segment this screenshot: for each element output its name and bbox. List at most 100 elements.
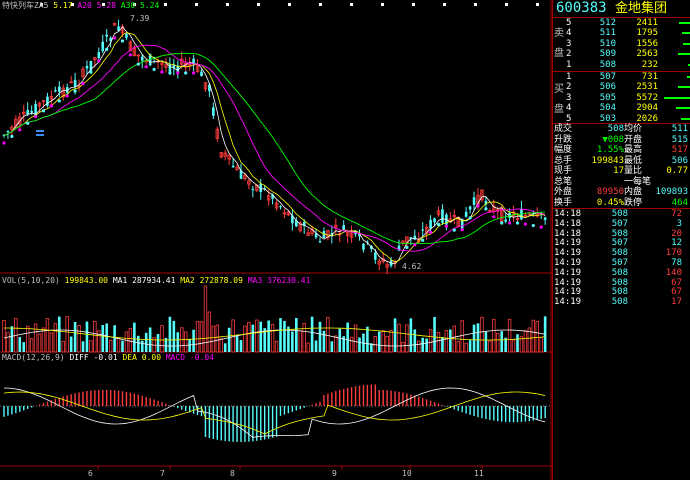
macd-hist-value: -0.04 [189,353,215,362]
x-label-6: 6 [88,469,93,478]
candle-body [441,209,444,223]
tick-row[interactable]: 14:18 508 20 [552,229,690,239]
tick-row[interactable]: 14:19 507 12 [552,238,690,248]
vol-ma2-label: MA2 [180,276,195,285]
volume-bar [456,341,460,353]
signal-dot [152,67,156,71]
kline-chart-area[interactable]: 特快列车ZA5 5.17 A20 5.28 A30 5.24 7.39 4.62… [0,0,552,480]
candle-body [374,252,377,260]
top-marker [536,3,539,6]
vol-ma1-label: MA1 [112,276,128,285]
buy-order-level: 3 [566,92,572,103]
tick-price: 507 [611,218,628,229]
tick-time: 14:19 [554,277,582,288]
candle-body [212,107,215,116]
buy-order-level: 2 [566,82,572,93]
vol-ma3-label: MA3 [247,276,263,285]
volume-bar [144,332,148,352]
stat-value: 0.45% [596,197,624,208]
volume-bar [192,329,195,352]
candle-body [101,41,105,52]
volume-bar [270,323,275,353]
sell-order-row: 3 510 1556 [552,39,690,50]
stat-row: 外盘 89950 内盘 109893 [552,187,690,198]
signal-dot [26,121,30,125]
volume-bar [678,86,690,89]
tick-row[interactable]: 14:18 507 3 [552,219,690,229]
volume-bar [480,316,484,353]
volume-bar [255,319,259,353]
tick-volume: 20 [671,228,682,239]
signal-dot [2,141,6,145]
stat-value: 199843 [591,155,624,166]
tick-row[interactable]: 14:19 508 170 [552,248,690,258]
signal-dot [18,128,22,132]
volume-bar [81,341,85,352]
buy-order-price: 505 [599,92,616,103]
stat-row: 幅度 1.55% 最高 517 [552,145,690,156]
stat-label: 升跌 [554,134,573,145]
stat-label: 总手 [554,155,573,166]
tick-price: 508 [611,277,628,288]
sell-order-price: 508 [599,59,616,70]
x-label-11: 11 [474,469,484,478]
volume-bar [291,331,294,352]
volume-bar [33,323,38,353]
tick-price: 508 [611,267,628,278]
volume-bar [61,340,65,353]
top-marker [226,3,229,6]
volume-bar [302,323,306,353]
volume-bar [137,335,140,352]
stat-label-2: 内盘 [624,187,643,197]
chart-canvas[interactable] [0,0,552,480]
volume-bar [22,342,26,352]
volume-bar [105,323,108,352]
sell-order-price: 511 [599,28,616,39]
volume-bar [172,320,176,352]
volume-bar [334,335,338,353]
signal-dot [120,39,125,43]
volume-bar [133,322,136,352]
signal-dot [160,70,164,74]
top-marker [164,3,167,6]
ma10-line [3,32,546,263]
candle-body [192,58,195,64]
high-price-label: 7.39 [130,14,150,23]
stat-row: 现手 17 量比 0.77 [552,166,690,177]
buy-order-row: 2 506 2531 [552,82,690,93]
candle-body [231,165,235,168]
tick-row[interactable]: 14:19 508 17 [552,297,690,307]
signal-dot [192,71,196,75]
candle-body [251,188,255,190]
signal-dot [468,216,472,220]
volume-bar [89,340,93,353]
tick-row[interactable]: 14:19 508 67 [552,278,690,288]
tick-row[interactable]: 14:18 508 72 [552,209,690,219]
stat-value-2: 515 [671,134,688,145]
signal-dot [176,71,180,75]
volume-bar [176,332,180,352]
stat-value-2: 0.77 [666,166,688,176]
sell-order-volume: 232 [641,59,658,70]
macd-diff-line [3,387,546,438]
signal-dot [476,204,480,208]
top-marker [288,3,291,6]
volume-bar [511,339,516,353]
macd-header: MACD(12,26,9) DIFF -0.01 DEA 0.00 MACD -… [2,353,214,362]
tick-row[interactable]: 14:19 508 140 [552,268,690,278]
tick-row[interactable]: 14:19 507 78 [552,258,690,268]
stat-label-2: 均价 [624,124,643,134]
diff-value: -0.01 [93,353,118,362]
volume-bar [409,318,413,352]
tick-volume: 17 [671,297,682,308]
volume-bar [211,325,216,353]
stat-label-2: 最高 [624,145,643,155]
candle-body [54,90,57,92]
candle-body [342,225,345,230]
candle-body [125,33,128,38]
tick-row[interactable]: 14:19 508 67 [552,287,690,297]
volume-header: VOL(5,10,20) 199843.00 MA1 287934.41 MA2… [2,276,310,285]
volume-bar [188,339,191,352]
signal-dot [460,228,464,232]
buy-order-price: 503 [599,113,616,124]
